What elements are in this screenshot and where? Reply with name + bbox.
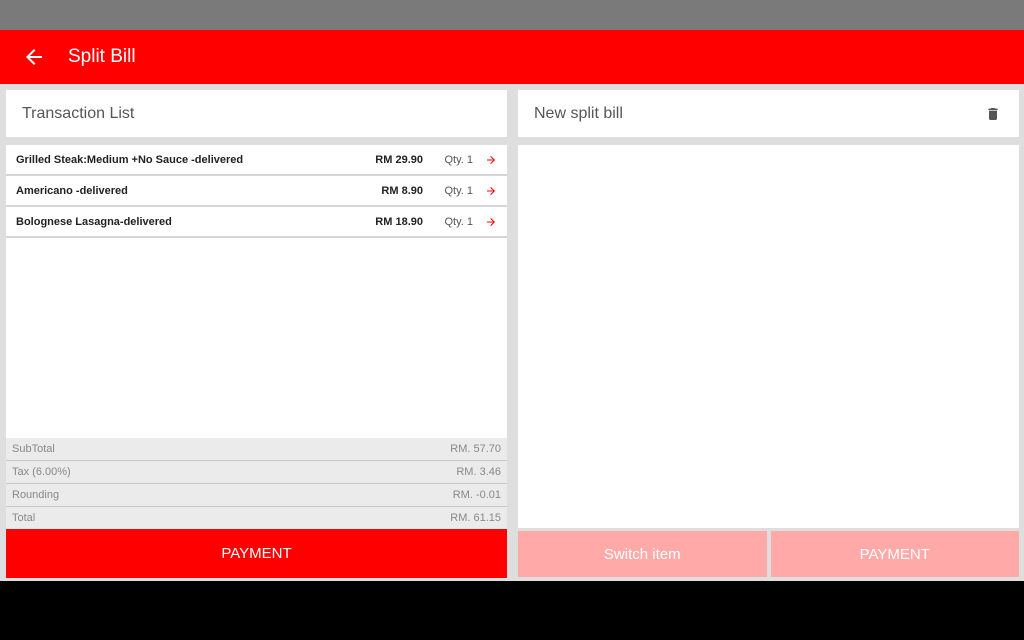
tax-label: Tax (6.00%) (12, 466, 71, 478)
arrow-left-icon (26, 49, 42, 65)
item-qty: Qty. 1 (444, 215, 473, 228)
system-status-bar (0, 0, 1024, 30)
rounding-row: Rounding RM. -0.01 (6, 484, 507, 507)
subtotal-value: RM. 57.70 (450, 443, 501, 455)
arrow-right-icon (487, 155, 495, 164)
transaction-list: Grilled Steak:Medium +No Sauce -delivere… (6, 145, 507, 438)
item-price: RM 18.90 (375, 215, 423, 228)
rounding-label: Rounding (12, 489, 60, 501)
arrow-right-icon (487, 217, 495, 226)
split-bill-actions: Switch item PAYMENT (518, 531, 1019, 577)
transaction-list-panel: Transaction List Grilled Steak:Medium +N… (6, 90, 507, 578)
trash-icon (988, 107, 998, 120)
tax-value: RM. 3.46 (456, 466, 501, 478)
main-content: Transaction List Grilled Steak:Medium +N… (0, 84, 1024, 581)
split-payment-button[interactable]: PAYMENT (770, 531, 1019, 577)
transaction-list-header: Transaction List (6, 90, 507, 137)
transaction-item[interactable]: Americano -delivered RM 8.90 Qty. 1 (6, 176, 507, 207)
move-item-button[interactable] (473, 216, 497, 228)
switch-item-button[interactable]: Switch item (518, 531, 767, 577)
split-bill-list (518, 145, 1019, 528)
payment-button[interactable]: PAYMENT (6, 529, 507, 578)
transaction-list-title: Transaction List (22, 104, 135, 122)
move-item-button[interactable] (473, 154, 497, 166)
app-bar: Split Bill (0, 30, 1024, 84)
transaction-item[interactable]: Bolognese Lasagna-delivered RM 18.90 Qty… (6, 207, 507, 238)
arrow-right-icon (487, 186, 495, 195)
totals-section: SubTotal RM. 57.70 Tax (6.00%) RM. 3.46 … (6, 438, 507, 530)
item-name: Bolognese Lasagna-delivered (16, 215, 172, 228)
item-qty: Qty. 1 (444, 184, 473, 197)
transaction-item[interactable]: Grilled Steak:Medium +No Sauce -delivere… (6, 145, 507, 176)
system-navigation-bar (0, 581, 1024, 640)
new-split-bill-title: New split bill (534, 104, 623, 122)
item-name: Grilled Steak:Medium +No Sauce -delivere… (16, 153, 244, 166)
new-split-bill-header: New split bill (518, 90, 1019, 137)
page-title: Split Bill (68, 46, 136, 67)
back-button[interactable] (0, 30, 68, 84)
item-price: RM 8.90 (381, 184, 423, 197)
total-label: Total (12, 512, 36, 524)
item-name: Americano -delivered (16, 184, 128, 197)
subtotal-label: SubTotal (12, 443, 55, 455)
total-value: RM. 61.15 (450, 512, 501, 524)
item-price: RM 29.90 (375, 153, 423, 166)
rounding-value: RM. -0.01 (452, 489, 501, 501)
subtotal-row: SubTotal RM. 57.70 (6, 438, 507, 461)
total-row: Total RM. 61.15 (6, 507, 507, 530)
new-split-bill-panel: New split bill Switch item PAYMENT (518, 90, 1019, 577)
move-item-button[interactable] (473, 185, 497, 197)
item-qty: Qty. 1 (444, 153, 473, 166)
delete-split-button[interactable] (983, 103, 1003, 125)
tax-row: Tax (6.00%) RM. 3.46 (6, 461, 507, 484)
